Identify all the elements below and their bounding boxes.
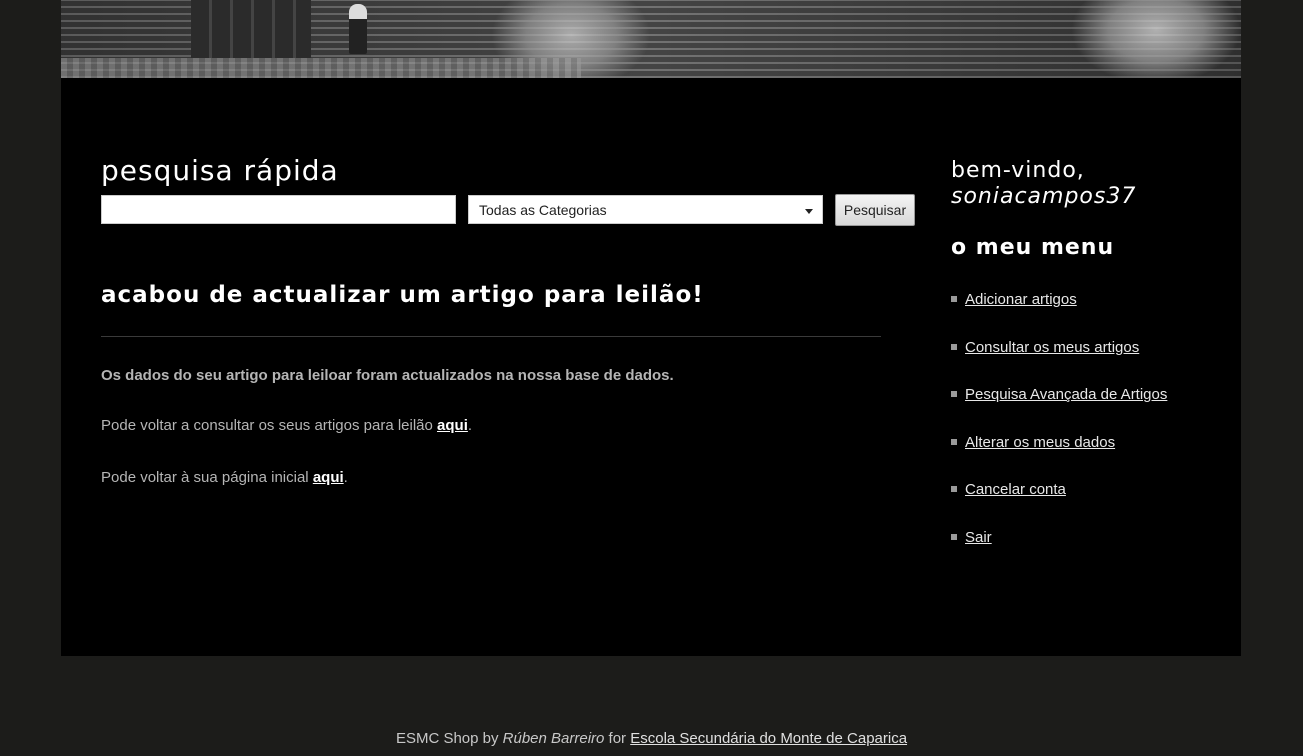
menu-item: Adicionar artigos [951,291,1167,339]
back-to-home-text: Pode voltar à sua página inicial aqui. [101,469,348,486]
menu-link-advanced-search[interactable]: Pesquisa Avançada de Artigos [965,386,1167,403]
welcome-label: bem-vindo, [951,158,1085,183]
category-selected-value: Todas as Categorias [479,202,607,218]
period: . [343,469,348,486]
banner-tree [1071,0,1241,78]
banner-stairs [61,58,581,78]
back-to-articles-text: Pode voltar a consultar os seus artigos … [101,417,472,434]
welcome-block: bem-vindo, soniacampos37 [951,158,1136,210]
back-to-articles-label: Pode voltar a consultar os seus artigos … [101,417,438,434]
bullet-icon [951,438,957,445]
footer-school-link[interactable]: Escola Secundária do Monte de Caparica [630,730,907,747]
back-to-home-link[interactable]: aqui [313,469,344,486]
menu-link-add-articles[interactable]: Adicionar artigos [965,291,1077,308]
menu-item: Consultar os meus artigos [951,339,1167,387]
result-message: Os dados do seu artigo para leiloar fora… [101,367,674,384]
back-to-home-label: Pode voltar à sua página inicial [101,469,313,486]
footer-shop: ESMC Shop by [395,730,503,747]
menu-item: Alterar os meus dados [951,434,1167,482]
menu-item: Cancelar conta [951,481,1167,529]
search-button[interactable]: Pesquisar [835,194,915,226]
menu-link-edit-profile[interactable]: Alterar os meus dados [965,434,1115,451]
footer-author: Rúben Barreiro [502,730,605,747]
user-menu-title: o meu menu [951,235,1115,260]
footer: ESMC Shop by Rúben Barreiro for Escola S… [0,730,1303,747]
quick-search-title: pesquisa rápida [101,154,339,187]
user-menu: Adicionar artigos Consultar os meus arti… [951,291,1167,577]
menu-item: Sair [951,529,1167,577]
menu-link-cancel-account[interactable]: Cancelar conta [965,481,1066,498]
banner-building-window [191,0,311,58]
banner-person [349,4,367,54]
back-to-articles-link[interactable]: aqui [437,417,468,434]
search-input[interactable] [101,195,456,224]
menu-item: Pesquisa Avançada de Artigos [951,386,1167,434]
bullet-icon [951,391,957,398]
username: soniacampos37 [951,184,1137,209]
divider [101,336,881,337]
bullet-icon [951,533,957,540]
result-title: acabou de actualizar um artigo para leil… [101,282,704,308]
bullet-icon [951,343,957,350]
bullet-icon [951,486,957,493]
bullet-icon [951,296,957,302]
header-banner-image [61,0,1241,78]
main-content-panel: pesquisa rápida Todas as Categorias Pesq… [61,78,1241,656]
menu-link-my-articles[interactable]: Consultar os meus artigos [965,339,1139,356]
footer-for: for [604,730,631,747]
chevron-down-icon [805,209,813,214]
period: . [467,417,473,434]
category-select[interactable]: Todas as Categorias [468,195,823,224]
menu-link-logout[interactable]: Sair [965,529,992,546]
